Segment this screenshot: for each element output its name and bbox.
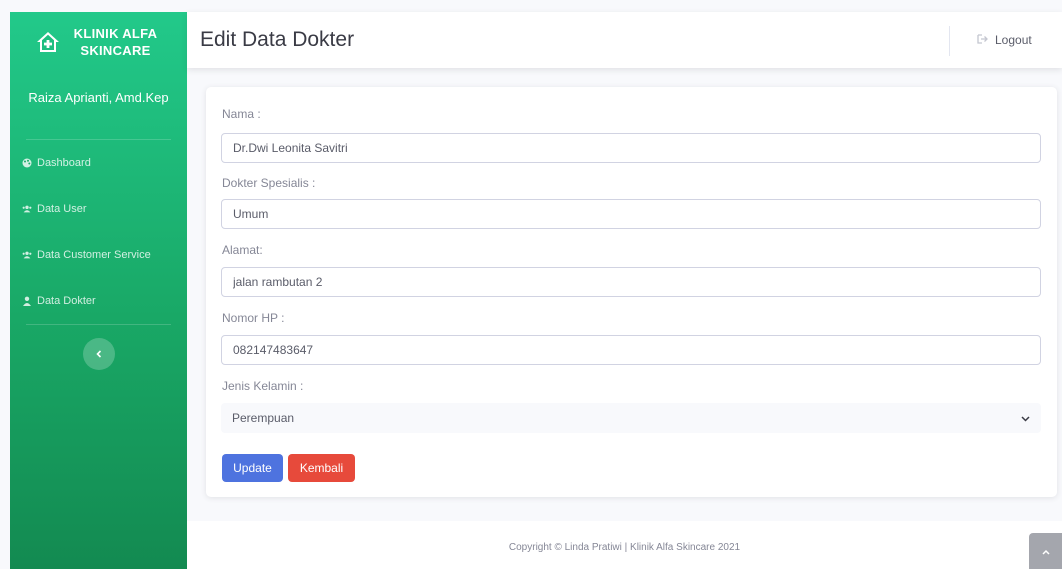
doctor-icon: [22, 296, 32, 306]
scroll-to-top-button[interactable]: [1029, 533, 1062, 569]
logout-button[interactable]: Logout: [977, 33, 1032, 47]
brand-line-2: SKINCARE: [80, 43, 151, 58]
nama-label: Nama :: [222, 107, 261, 121]
sidebar-item-label: Data Customer Service: [37, 249, 151, 261]
nomor-hp-input[interactable]: [221, 335, 1041, 365]
sidebar-item-label: Data User: [37, 203, 87, 215]
jenis-kelamin-select[interactable]: Perempuan: [221, 403, 1041, 433]
sidebar-item-data-customer-service[interactable]: Data Customer Service: [10, 232, 187, 278]
jenis-kelamin-label: Jenis Kelamin :: [222, 379, 304, 393]
nomor-hp-label: Nomor HP :: [222, 311, 285, 325]
sidebar: KLINIK ALFA SKINCARE Raiza Aprianti, Amd.…: [10, 12, 187, 569]
sidebar-item-data-dokter[interactable]: Data Dokter: [10, 278, 187, 324]
sidebar-item-label: Dashboard: [37, 157, 91, 169]
users-icon: [22, 204, 32, 214]
sidebar-user-name: Raiza Aprianti, Amd.Kep: [28, 90, 169, 105]
clinic-house-icon: [36, 30, 60, 54]
jenis-kelamin-value: Perempuan: [232, 411, 295, 425]
page-title: Edit Data Dokter: [200, 28, 355, 51]
brand-name: KLINIK ALFA SKINCARE: [74, 25, 158, 59]
alamat-label: Alamat:: [222, 243, 263, 257]
sidebar-item-dashboard[interactable]: Dashboard: [10, 140, 187, 186]
update-button[interactable]: Update: [222, 454, 283, 482]
topbar: Edit Data Dokter Logout: [187, 12, 1062, 68]
sidebar-toggle-button[interactable]: [82, 338, 115, 370]
spesialis-input[interactable]: [221, 199, 1041, 229]
palette-icon: [22, 158, 32, 168]
topbar-divider: [949, 26, 950, 56]
spesialis-label: Dokter Spesialis :: [222, 176, 316, 190]
edit-doctor-card: Nama : Dokter Spesialis : Alamat: Nomor …: [206, 87, 1057, 497]
chevron-left-icon: [95, 345, 103, 363]
sidebar-item-data-user[interactable]: Data User: [10, 186, 187, 232]
kembali-button[interactable]: Kembali: [288, 454, 355, 482]
chevron-up-icon: [1041, 542, 1050, 560]
sign-out-icon: [977, 33, 988, 47]
users-icon: [22, 250, 32, 260]
copyright-text: Copyright © Linda Pratiwi | Klinik Alfa …: [508, 542, 741, 553]
sidebar-divider: [26, 324, 171, 325]
sidebar-item-label: Data Dokter: [37, 295, 96, 307]
nama-input[interactable]: [221, 133, 1041, 163]
logout-label: Logout: [995, 33, 1032, 47]
brand-line-1: KLINIK ALFA: [73, 26, 158, 41]
chevron-down-icon: [1021, 411, 1030, 425]
sidebar-brand[interactable]: KLINIK ALFA SKINCARE: [10, 12, 187, 72]
alamat-input[interactable]: [221, 267, 1041, 297]
footer: Copyright © Linda Pratiwi | Klinik Alfa …: [187, 521, 1062, 569]
